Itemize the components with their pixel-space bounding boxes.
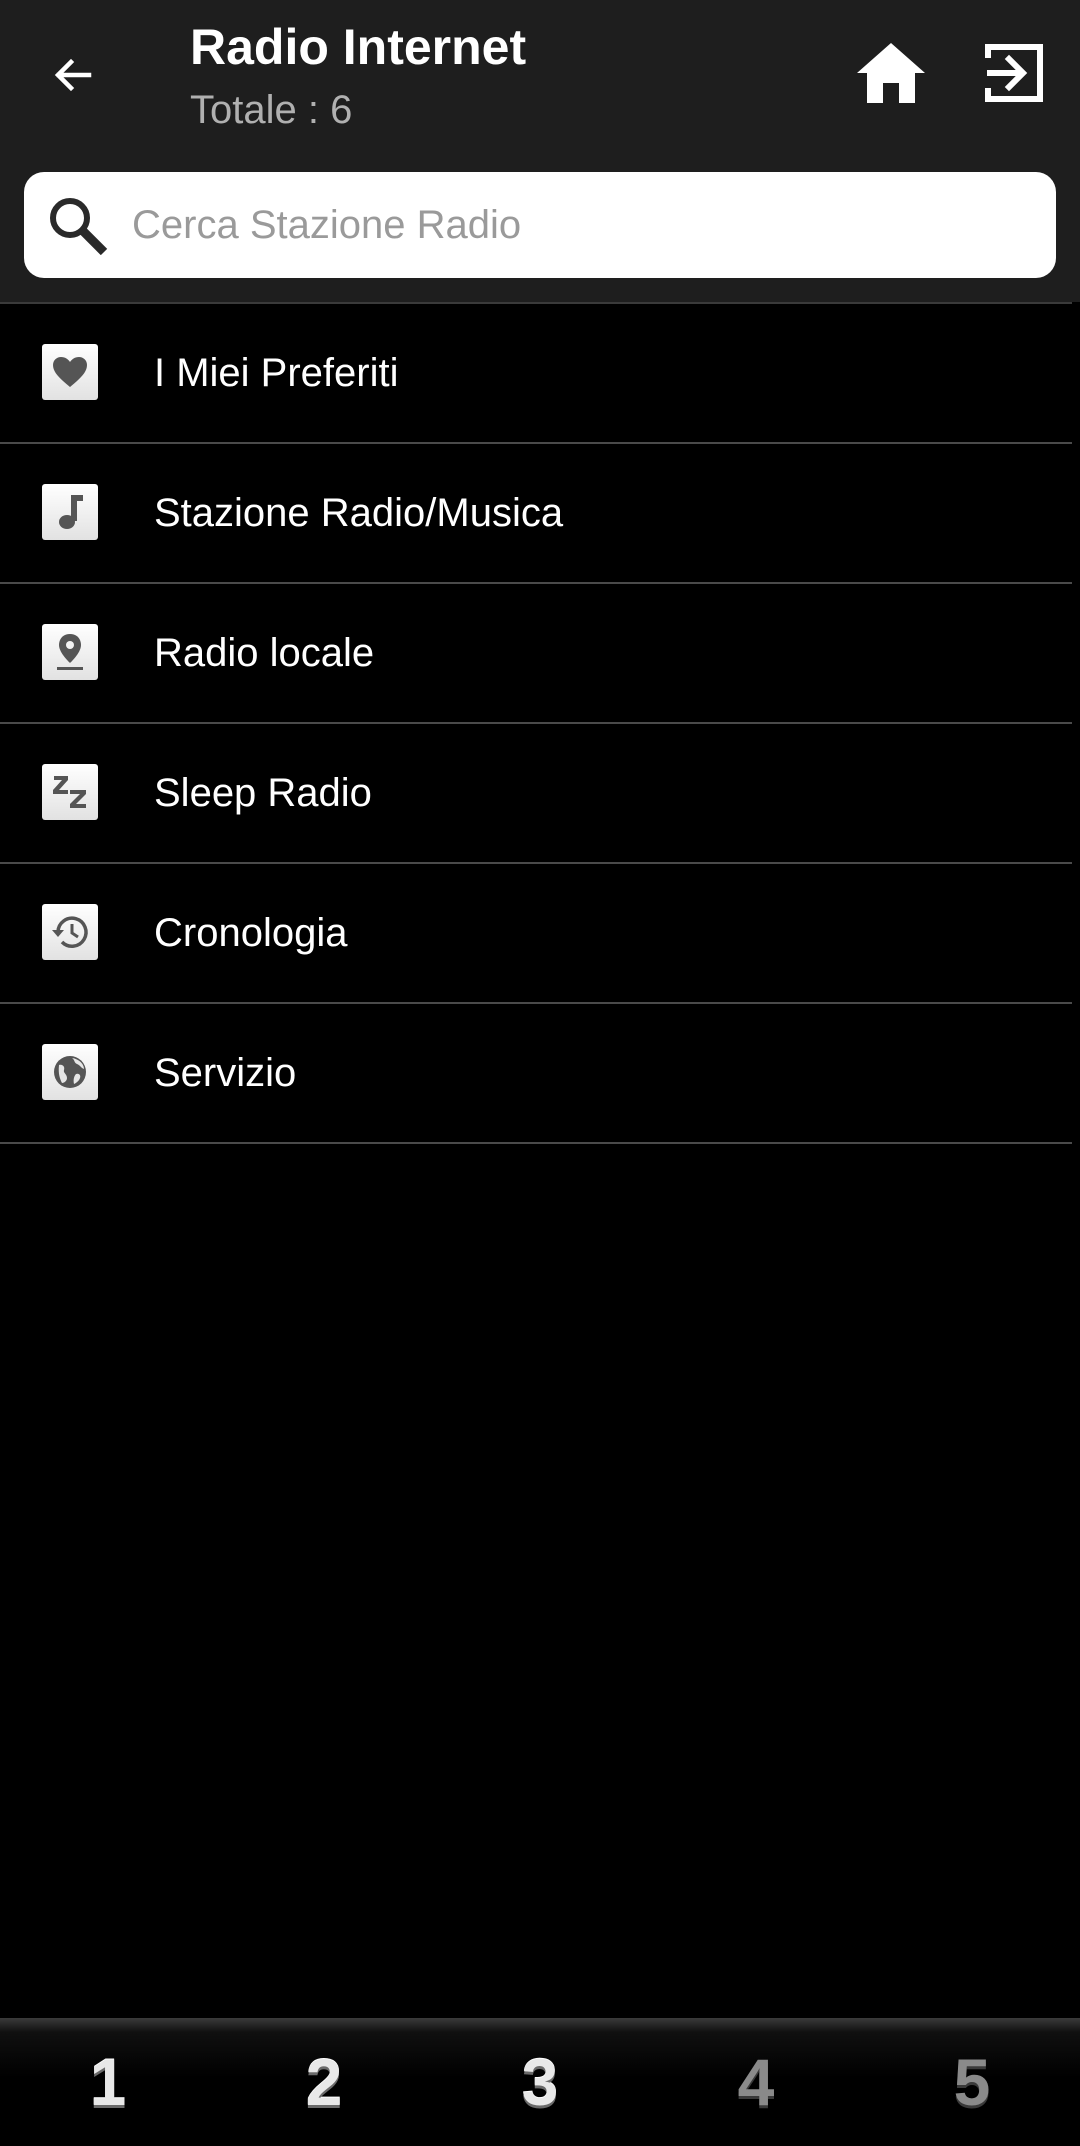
bottom-button-bar: 1 2 3 4 5 — [0, 2018, 1080, 2146]
preset-button-4[interactable]: 4 — [648, 2018, 864, 2146]
music-note-icon — [42, 484, 98, 540]
menu-item-label: I Miei Preferiti — [154, 351, 399, 395]
preset-button-1[interactable]: 1 — [0, 2018, 216, 2146]
home-icon — [857, 43, 925, 103]
menu-item-service[interactable]: Servizio — [0, 1004, 1072, 1144]
menu-item-label: Servizio — [154, 1051, 297, 1095]
menu-item-label: Stazione Radio/Musica — [154, 491, 564, 535]
exit-button[interactable] — [976, 34, 1054, 112]
sleep-zzz-icon — [42, 764, 98, 820]
menu-item-label: Radio locale — [154, 631, 375, 675]
menu-item-label: Sleep Radio — [154, 771, 372, 815]
heart-icon — [42, 344, 98, 400]
page-title: Radio Internet — [190, 19, 527, 75]
preset-button-5[interactable]: 5 — [864, 2018, 1080, 2146]
menu-item-history[interactable]: Cronologia — [0, 864, 1072, 1004]
search-icon — [50, 198, 108, 256]
menu-item-label: Cronologia — [154, 911, 348, 955]
menu-item-sleep-radio[interactable]: Sleep Radio — [0, 724, 1072, 864]
exit-icon — [985, 44, 1043, 102]
history-icon — [42, 904, 98, 960]
menu-item-favorites[interactable]: I Miei Preferiti — [0, 304, 1072, 444]
search-input[interactable] — [132, 172, 1032, 278]
menu-item-radio-music[interactable]: Stazione Radio/Musica — [0, 444, 1072, 584]
globe-icon — [42, 1044, 98, 1100]
back-button[interactable] — [38, 40, 108, 110]
total-count: Totale : 6 — [190, 88, 353, 132]
preset-button-2[interactable]: 2 — [216, 2018, 432, 2146]
location-pin-icon — [42, 624, 98, 680]
menu-item-local-radio[interactable]: Radio locale — [0, 584, 1072, 724]
preset-button-3[interactable]: 3 — [432, 2018, 648, 2146]
menu-list: I Miei Preferiti Stazione Radio/Musica R… — [0, 302, 1072, 1144]
app-header: Radio Internet Totale : 6 — [0, 0, 1080, 302]
arrow-left-icon — [54, 58, 92, 92]
search-bar[interactable] — [24, 172, 1056, 278]
home-button[interactable] — [852, 34, 930, 112]
